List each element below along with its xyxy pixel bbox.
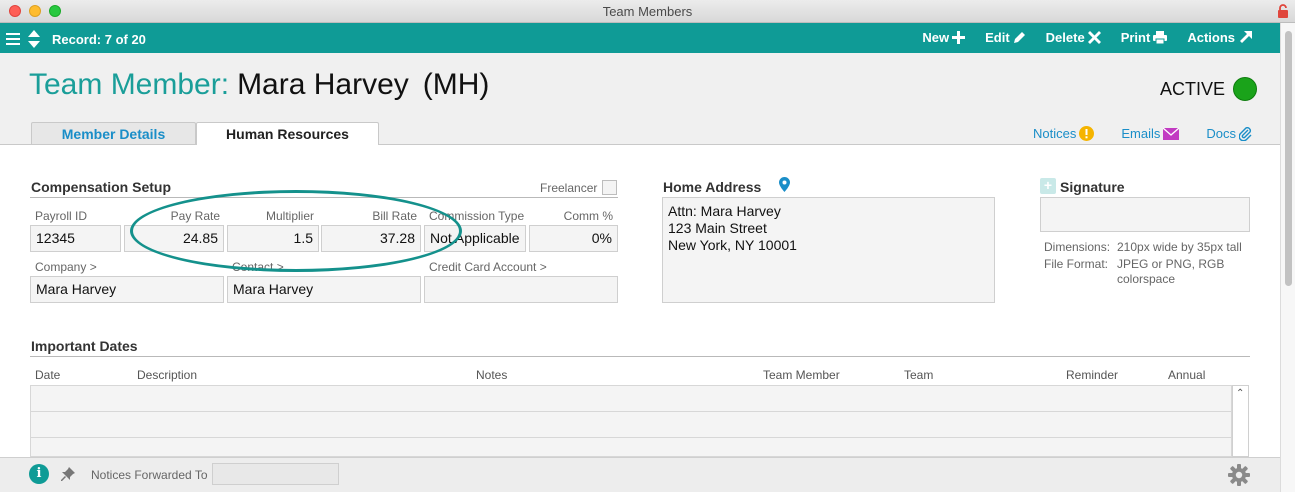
gear-icon[interactable] (1228, 464, 1250, 486)
comm-pct-label: Comm % (563, 209, 613, 223)
home-address-title: Home Address (663, 179, 762, 195)
commission-type-field[interactable]: Not Applicable (424, 225, 526, 252)
dimensions-label: Dimensions: (1044, 240, 1111, 254)
toolbar: Record: 7 of 20 New Edit Delete Print Ac… (0, 23, 1280, 53)
scrollbar-thumb[interactable] (1285, 31, 1292, 286)
address-line: 123 Main Street (668, 220, 767, 236)
column-date[interactable]: Date (35, 368, 60, 382)
menu-icon[interactable] (6, 33, 20, 45)
alert-icon (1079, 126, 1095, 141)
table-row[interactable] (30, 411, 1232, 438)
company-field[interactable]: Mara Harvey (30, 276, 224, 303)
freelancer-checkbox[interactable] (602, 180, 617, 195)
signature-title: Signature (1060, 179, 1125, 195)
column-annual[interactable]: Annual (1168, 368, 1205, 382)
delete-label: Delete (1045, 30, 1085, 45)
window-scrollbar[interactable] (1280, 23, 1295, 492)
window-title: Team Members (602, 4, 693, 19)
dates-scrollbar[interactable]: ⌃ (1232, 385, 1249, 457)
edit-label: Edit (985, 30, 1010, 45)
column-description[interactable]: Description (137, 368, 197, 382)
related-links: Notices Emails Docs (1033, 126, 1252, 141)
emails-label: Emails (1121, 126, 1161, 141)
column-notes[interactable]: Notes (476, 368, 507, 382)
share-arrow-icon (1240, 31, 1252, 43)
address-line: New York, NY 10001 (668, 237, 797, 253)
company-label[interactable]: Company > (35, 260, 97, 274)
notices-forwarded-label: Notices Forwarded To (91, 468, 208, 482)
payroll-id-label: Payroll ID (35, 209, 88, 223)
file-format-label: File Format: (1044, 257, 1109, 271)
contact-label[interactable]: Contact > (232, 260, 284, 274)
table-row[interactable] (30, 437, 1232, 457)
actions-button[interactable]: Actions (1187, 30, 1252, 45)
info-icon[interactable]: i (29, 464, 49, 484)
page-title: Team Member: Mara Harvey (MH) (29, 68, 489, 102)
status-indicator: ACTIVE (1160, 77, 1258, 101)
paperclip-icon (1239, 126, 1252, 141)
section-divider (30, 197, 618, 198)
map-pin-icon[interactable] (779, 177, 790, 192)
notices-forwarded-field[interactable] (212, 463, 339, 485)
status-label: ACTIVE (1160, 78, 1226, 99)
pencil-icon (1013, 32, 1025, 43)
credit-card-label[interactable]: Credit Card Account > (429, 260, 547, 274)
new-button[interactable]: New (922, 30, 966, 45)
pay-rate-label: Pay Rate (170, 209, 220, 223)
column-team-member[interactable]: Team Member (763, 368, 840, 382)
title-prefix: Team Member: (29, 68, 230, 101)
multiplier-label: Multiplier (265, 209, 314, 223)
delete-button[interactable]: Delete (1046, 30, 1101, 45)
print-label: Print (1120, 30, 1151, 45)
home-address-field[interactable]: Attn: Mara Harvey 123 Main Street New Yo… (662, 197, 995, 303)
envelope-icon (1163, 127, 1180, 140)
new-label: New (922, 30, 950, 45)
notices-label: Notices (1033, 126, 1077, 141)
sort-arrows-icon[interactable] (28, 30, 40, 48)
multiplier-field[interactable]: 1.5 (227, 225, 319, 252)
printer-icon (1153, 31, 1168, 44)
edit-button[interactable]: Edit (985, 30, 1026, 45)
footer-bar: i Notices Forwarded To (0, 457, 1280, 492)
docs-label: Docs (1206, 126, 1236, 141)
member-initials: (MH) (422, 68, 490, 101)
signature-field[interactable] (1040, 197, 1250, 232)
bill-rate-label: Bill Rate (372, 209, 417, 223)
bill-rate-field[interactable]: 37.28 (321, 225, 421, 252)
address-line: Attn: Mara Harvey (668, 203, 781, 219)
compensation-setup-title: Compensation Setup (31, 179, 172, 195)
file-format-value: JPEG or PNG, RGB colorspace (1117, 257, 1225, 286)
tab-human-resources[interactable]: Human Resources (196, 122, 379, 146)
status-dot-icon (1233, 77, 1258, 101)
chevron-up-icon[interactable]: ⌃ (1236, 388, 1244, 399)
section-divider (30, 356, 1250, 357)
plus-icon (952, 31, 966, 44)
freelancer-label: Freelancer (540, 181, 598, 195)
print-button[interactable]: Print (1121, 30, 1168, 45)
payroll-id-field[interactable]: 12345 (30, 225, 121, 252)
column-team[interactable]: Team (904, 368, 933, 382)
human-resources-panel: Compensation Setup Freelancer Payroll ID… (0, 145, 1280, 457)
pay-rate-field[interactable]: 24.85 (124, 225, 224, 252)
important-dates-title: Important Dates (31, 338, 138, 354)
docs-link[interactable]: Docs (1206, 126, 1252, 141)
record-counter: Record: 7 of 20 (52, 31, 146, 47)
table-row[interactable] (30, 385, 1232, 412)
tab-member-details[interactable]: Member Details (31, 122, 196, 145)
window-titlebar: Team Members (0, 0, 1295, 23)
dimensions-value: 210px wide by 35px tall (1117, 240, 1242, 254)
commission-type-label: Commission Type (429, 209, 525, 223)
emails-link[interactable]: Emails (1121, 126, 1180, 141)
x-icon (1087, 31, 1101, 44)
credit-card-field[interactable] (424, 276, 618, 303)
lock-icon (1278, 4, 1288, 18)
notices-link[interactable]: Notices (1033, 126, 1095, 141)
actions-label: Actions (1187, 30, 1235, 45)
contact-field[interactable]: Mara Harvey (227, 276, 421, 303)
pushpin-icon[interactable] (61, 467, 75, 481)
add-signature-icon[interactable]: + (1040, 178, 1056, 194)
column-reminder[interactable]: Reminder (1066, 368, 1118, 382)
member-name: Mara Harvey (237, 68, 409, 101)
comm-pct-field[interactable]: 0% (529, 225, 618, 252)
